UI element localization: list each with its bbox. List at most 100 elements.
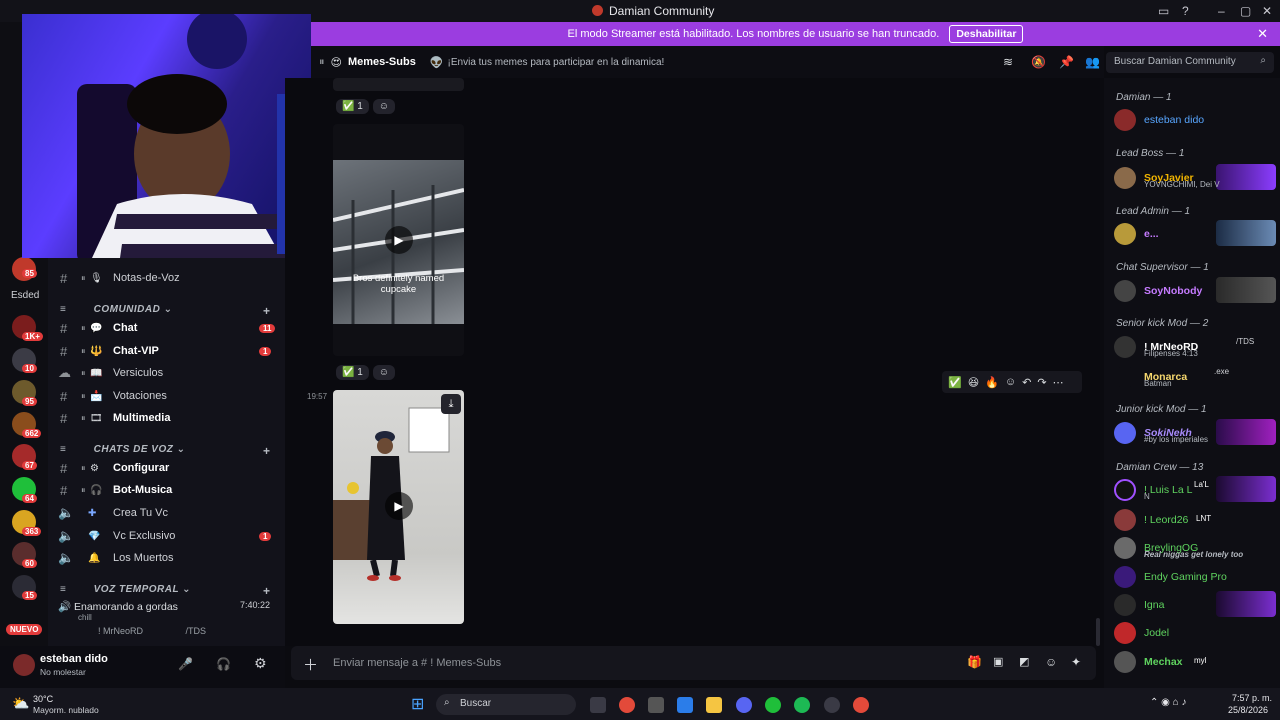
channel-crea-tu-vc[interactable]: 🔈 ✚ Crea Tu Vc xyxy=(48,503,285,523)
avatar xyxy=(1114,594,1136,616)
member-activity: Filipenses 4:13 xyxy=(1144,349,1198,358)
minimize-button[interactable]: – xyxy=(1218,4,1225,18)
apps-icon[interactable]: ✦ xyxy=(1071,655,1081,669)
collapse-icon: ≡ xyxy=(60,444,67,455)
chrome-icon[interactable] xyxy=(853,697,869,713)
member-item[interactable]: Monarca .exe Batman xyxy=(1114,363,1276,391)
folder-icon[interactable] xyxy=(706,697,722,713)
category-comunidad[interactable]: ≡ COMUNIDAD ⌄ + xyxy=(60,304,270,318)
avatar xyxy=(1114,109,1136,131)
member-name: ! Luis La L xyxy=(1144,484,1193,496)
download-icon[interactable]: ⤓ xyxy=(441,394,461,414)
laugh-reaction-icon[interactable]: 😆 xyxy=(968,376,979,389)
trident-icon: 🔱 xyxy=(90,345,103,357)
search-input[interactable]: Buscar Damian Community ⌕ xyxy=(1106,52,1274,73)
channel-los-muertos[interactable]: 🔈 🔔 Los Muertos xyxy=(48,548,285,568)
sticker-icon[interactable]: ◩ xyxy=(1019,655,1029,668)
avatar xyxy=(1114,223,1136,245)
scrollbar-thumb[interactable] xyxy=(1096,618,1100,646)
reply-icon[interactable]: ↶ xyxy=(1022,376,1031,389)
add-channel-icon[interactable]: + xyxy=(263,444,271,458)
emoji-picker-icon[interactable]: ☺ xyxy=(1045,655,1057,669)
member-item[interactable]: SoyNobody xyxy=(1114,277,1276,305)
taskbar-search[interactable]: ⌕ Buscar xyxy=(436,694,576,715)
reaction-check[interactable]: ✅ 1 xyxy=(336,99,369,114)
media-attachment[interactable] xyxy=(333,78,464,91)
add-channel-icon[interactable]: + xyxy=(263,304,271,318)
close-window-button[interactable]: ✕ xyxy=(1262,4,1272,18)
channel-chat-vip[interactable]: # ⏸ 🔱 Chat-VIP 1 xyxy=(48,341,285,361)
category-chats-de-voz[interactable]: ≡ CHATS DE VOZ ⌄ + xyxy=(60,444,270,458)
member-item[interactable]: BreylingOG Real niggas get lonely too xyxy=(1114,534,1276,562)
add-channel-icon[interactable]: + xyxy=(263,584,271,598)
inbox-icon[interactable]: ▭ xyxy=(1158,4,1169,18)
photos-icon[interactable] xyxy=(677,697,693,713)
pinned-icon[interactable]: 📌 xyxy=(1059,55,1074,69)
channel-notas-de-voz[interactable]: # ⏸ 🎙 Notas-de-Voz xyxy=(48,268,285,288)
weather-desc: Mayorm. nublado xyxy=(33,705,99,715)
close-icon[interactable]: ✕ xyxy=(1257,26,1268,42)
category-voz-temporal[interactable]: ≡ VOZ TEMPORAL ⌄ + xyxy=(60,584,270,598)
task-view-icon[interactable] xyxy=(590,697,606,713)
add-reaction-icon[interactable]: ☺ xyxy=(372,365,396,380)
member-item[interactable]: esteban dido xyxy=(1114,106,1276,134)
play-icon[interactable]: ▶ xyxy=(385,226,413,254)
channel-bot-musica[interactable]: # ⏸ 🎧 Bot-Musica xyxy=(48,480,285,500)
fire-reaction-icon[interactable]: 🔥 xyxy=(985,376,999,389)
check-reaction-icon[interactable]: ✅ xyxy=(948,376,962,389)
more-icon[interactable]: ⋯ xyxy=(1053,376,1064,389)
member-item[interactable]: SoyJavier YOVNGCHIMI, Dei V xyxy=(1114,164,1276,192)
reaction-check[interactable]: ✅ 1 xyxy=(336,365,369,380)
member-item[interactable]: Mechax myl xyxy=(1114,648,1276,676)
voice-member[interactable]: ! MrNeoRD /TDS xyxy=(98,626,278,636)
video-attachment[interactable]: ▶ ⤓ xyxy=(333,390,464,624)
microphone-icon[interactable]: 🎤 xyxy=(178,657,193,671)
channel-chat[interactable]: # ⏸ 💬 Chat 11 xyxy=(48,318,285,338)
video-attachment[interactable]: ▶ Bros definitely named cupcake xyxy=(333,124,464,356)
member-item[interactable]: Jodel xyxy=(1114,619,1276,647)
server-label[interactable]: Esded xyxy=(11,290,39,301)
avatar[interactable] xyxy=(13,654,35,676)
voice-room[interactable]: 🔊 Enamorando a gordas 7:40:22 chill ! Mr… xyxy=(58,600,278,636)
member-item[interactable]: ! Leord26 LNT xyxy=(1114,506,1276,534)
channel-configurar[interactable]: # ⏸ ⚙ Configurar xyxy=(48,458,285,478)
member-item[interactable]: Endy Gaming Pro xyxy=(1114,563,1276,591)
spotify-icon[interactable] xyxy=(794,697,810,713)
discord-icon[interactable] xyxy=(736,697,752,713)
channel-versiculos[interactable]: ☁ ⏸ 📖 Versiculos xyxy=(48,363,285,383)
disable-streamer-button[interactable]: Deshabilitar xyxy=(949,25,1024,43)
forward-icon[interactable]: ↷ xyxy=(1037,376,1046,389)
gif-icon[interactable]: ▣ xyxy=(993,655,1003,668)
add-reaction-icon[interactable]: ☺ xyxy=(372,99,396,114)
channel-vc-exclusivo[interactable]: 🔈 💎 Vc Exclusivo 1 xyxy=(48,526,285,546)
add-reaction-icon[interactable]: ☺ xyxy=(1005,376,1016,388)
attach-plus-icon[interactable]: ＋ xyxy=(303,654,318,675)
discord-avatar-icon xyxy=(1114,422,1136,444)
play-icon[interactable]: ▶ xyxy=(385,492,413,520)
members-icon[interactable]: 👥 xyxy=(1085,55,1100,69)
member-activity: N xyxy=(1144,492,1150,501)
kick-icon[interactable] xyxy=(765,697,781,713)
settings-gear-icon[interactable]: ⚙ xyxy=(254,655,267,672)
member-item[interactable]: ! MrNeoRD /TDS Filipenses 4:13 xyxy=(1114,333,1276,361)
member-item[interactable]: e... xyxy=(1114,220,1276,248)
chrome-icon[interactable] xyxy=(619,697,635,713)
help-icon[interactable]: ? xyxy=(1182,4,1189,18)
start-windows-icon[interactable]: ⊞ xyxy=(411,694,424,714)
app-icon[interactable] xyxy=(648,697,664,713)
threads-icon[interactable]: ≋ xyxy=(1003,55,1013,69)
channel-votaciones[interactable]: # ⏸ 📩 Votaciones xyxy=(48,386,285,406)
message-composer[interactable]: ＋ Enviar mensaje a # ! Memes-Subs 🎁 ▣ ◩ … xyxy=(291,646,1096,680)
headphones-icon[interactable]: 🎧 xyxy=(216,657,231,671)
member-item[interactable]: Igna xyxy=(1114,591,1276,619)
obs-icon[interactable] xyxy=(824,697,840,713)
maximize-button[interactable]: ▢ xyxy=(1240,4,1251,18)
avatar xyxy=(1114,566,1136,588)
member-item[interactable]: SokiNekh #by los imperiales xyxy=(1114,419,1276,447)
mute-bell-icon[interactable]: 🔕 xyxy=(1031,55,1046,69)
role-group-label: Chat Supervisor — 1 xyxy=(1116,262,1209,273)
channel-multimedia[interactable]: # ⏸ 🎞 Multimedia xyxy=(48,408,285,428)
gift-icon[interactable]: 🎁 xyxy=(967,655,982,669)
tray-icons[interactable]: ⌃ ◉ ⌂ ♪ xyxy=(1150,697,1186,708)
member-item[interactable]: ! Luis La L La'L N xyxy=(1114,476,1276,504)
